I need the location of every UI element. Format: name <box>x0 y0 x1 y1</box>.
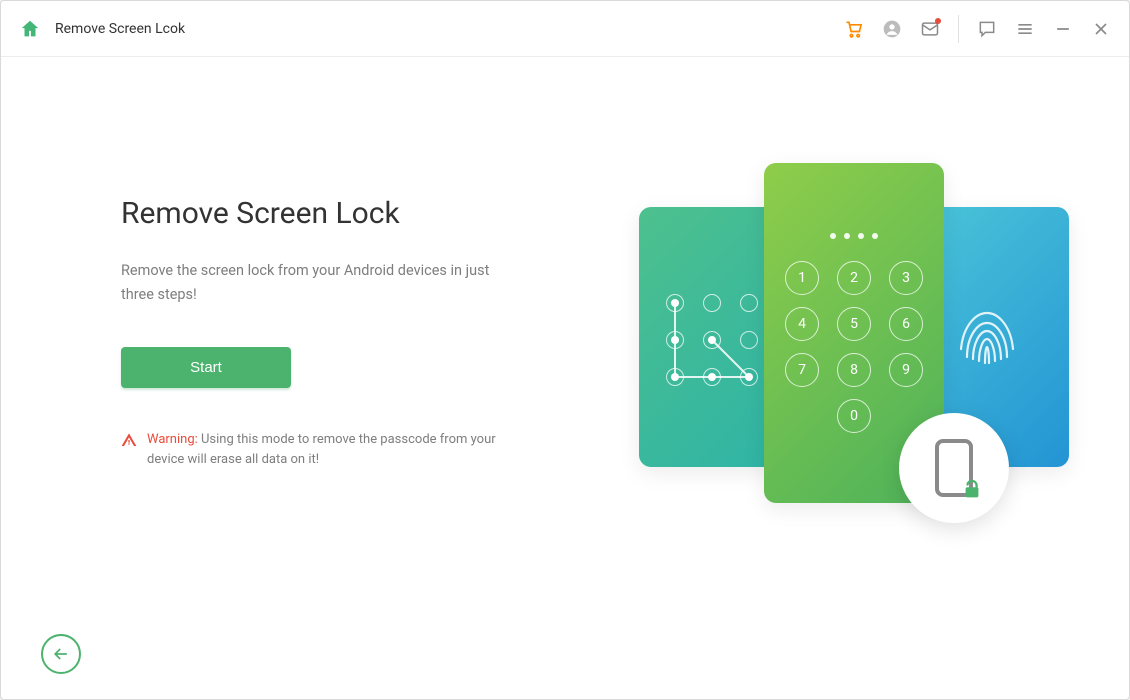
warning-icon <box>121 432 137 448</box>
mail-notification-dot <box>935 18 941 24</box>
keypad: 1 2 3 4 5 6 7 8 9 0 <box>785 261 923 433</box>
menu-icon[interactable] <box>1015 19 1035 39</box>
key-7: 7 <box>785 353 819 387</box>
key-8: 8 <box>837 353 871 387</box>
footer <box>1 609 1129 699</box>
text-column: Remove Screen Lock Remove the screen loc… <box>121 196 551 470</box>
pattern-card <box>639 207 779 467</box>
key-9: 9 <box>889 353 923 387</box>
unlock-badge <box>899 413 1009 523</box>
key-0: 0 <box>837 399 871 433</box>
page-heading: Remove Screen Lock <box>121 196 551 231</box>
pin-dots <box>830 233 878 239</box>
key-3: 3 <box>889 261 923 295</box>
key-4: 4 <box>785 307 819 341</box>
key-2: 2 <box>837 261 871 295</box>
key-6: 6 <box>889 307 923 341</box>
close-icon[interactable] <box>1091 19 1111 39</box>
pattern-grid <box>657 285 767 395</box>
user-icon[interactable] <box>882 19 902 39</box>
titlebar-left: Remove Screen Lcok <box>19 18 185 40</box>
warning-text: Warning: Using this mode to remove the p… <box>147 430 521 470</box>
key-1: 1 <box>785 261 819 295</box>
titlebar: Remove Screen Lcok <box>1 1 1129 57</box>
minimize-icon[interactable] <box>1053 19 1073 39</box>
window-title: Remove Screen Lcok <box>55 21 185 37</box>
titlebar-right <box>844 15 1111 43</box>
fingerprint-icon <box>947 297 1027 377</box>
main-content: Remove Screen Lock Remove the screen loc… <box>1 57 1129 609</box>
warning-body: Using this mode to remove the passcode f… <box>147 432 496 467</box>
mail-icon[interactable] <box>920 19 940 39</box>
arrow-left-icon <box>51 644 71 664</box>
app-window: Remove Screen Lcok <box>0 0 1130 700</box>
back-button[interactable] <box>41 634 81 674</box>
warning-label: Warning: <box>147 432 198 447</box>
cart-icon[interactable] <box>844 19 864 39</box>
home-icon[interactable] <box>19 18 41 40</box>
warning-block: Warning: Using this mode to remove the p… <box>121 430 521 470</box>
illustration: 1 2 3 4 5 6 7 8 9 0 <box>639 163 1069 503</box>
page-subtext: Remove the screen lock from your Android… <box>121 259 521 307</box>
phone-outline-icon <box>935 439 973 497</box>
feedback-icon[interactable] <box>977 19 997 39</box>
start-button[interactable]: Start <box>121 347 291 388</box>
key-5: 5 <box>837 307 871 341</box>
unlock-icon <box>961 479 983 501</box>
titlebar-separator <box>958 15 959 43</box>
